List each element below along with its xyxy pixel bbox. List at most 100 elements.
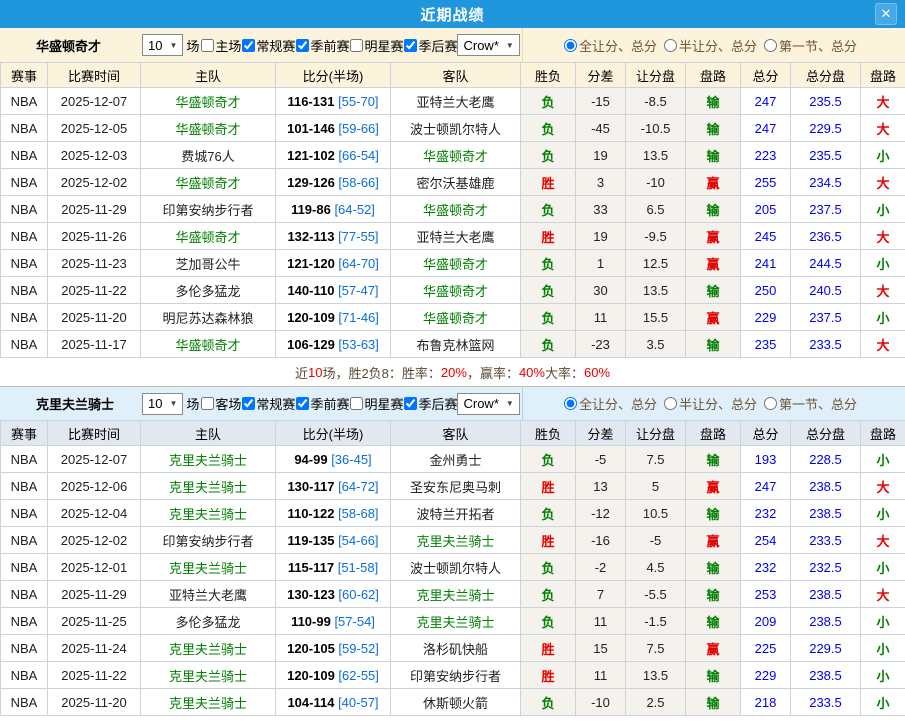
total-points-cell: 247 xyxy=(741,473,791,500)
handicap-result-cell: 输 xyxy=(686,196,741,223)
close-icon[interactable]: ✕ xyxy=(875,3,897,25)
odds-mode-radio[interactable]: 半让分、总分 xyxy=(664,36,757,55)
handicap-result-cell: 输 xyxy=(686,277,741,304)
total-line-cell: 235.5 xyxy=(791,88,861,115)
away-team-cell: 圣安东尼奥马刺 xyxy=(391,473,521,500)
home-team-cell: 克里夫兰骑士 xyxy=(141,446,276,473)
league-cell: NBA xyxy=(1,88,48,115)
win-loss-cell: 胜 xyxy=(521,223,576,250)
radio-input[interactable] xyxy=(764,39,777,52)
section-team-2: 克里夫兰骑士 10 ▼ 场 客场常规赛季前赛明星赛季后赛 Crow* ▼ 全让分… xyxy=(0,386,905,716)
score-cell: 94-99 [36-45] xyxy=(276,446,391,473)
game-row: NBA2025-12-04克里夫兰骑士110-122 [58-68]波特兰开拓者… xyxy=(1,500,905,527)
checkbox-input[interactable] xyxy=(242,39,255,52)
odds-mode-radio[interactable]: 全让分、总分 xyxy=(564,394,657,413)
radio-input[interactable] xyxy=(564,397,577,410)
column-header: 总分盘 xyxy=(791,421,861,446)
odds-mode-radio[interactable]: 全让分、总分 xyxy=(564,36,657,55)
handicap-result-cell: 输 xyxy=(686,115,741,142)
checkbox-input[interactable] xyxy=(201,39,214,52)
score-cell: 104-114 [40-57] xyxy=(276,689,391,716)
point-diff-cell: -5 xyxy=(576,446,626,473)
over-under-cell: 大 xyxy=(861,169,905,196)
date-cell: 2025-11-29 xyxy=(48,196,141,223)
checkbox-input[interactable] xyxy=(201,397,214,410)
over-under-cell: 小 xyxy=(861,250,905,277)
total-line-cell: 234.5 xyxy=(791,169,861,196)
odds-mode-radio[interactable]: 半让分、总分 xyxy=(664,394,757,413)
filter-checkbox[interactable]: 客场 xyxy=(200,394,241,413)
checkbox-input[interactable] xyxy=(404,397,417,410)
radio-input[interactable] xyxy=(764,397,777,410)
total-points-cell: 255 xyxy=(741,169,791,196)
filter-checkbox[interactable]: 明星赛 xyxy=(349,394,403,413)
home-team-cell: 印第安纳步行者 xyxy=(141,196,276,223)
date-cell: 2025-11-24 xyxy=(48,635,141,662)
chevron-down-icon: ▼ xyxy=(169,399,177,408)
total-points-cell: 225 xyxy=(741,635,791,662)
checkbox-input[interactable] xyxy=(242,397,255,410)
league-cell: NBA xyxy=(1,304,48,331)
total-line-cell: 229.5 xyxy=(791,635,861,662)
win-loss-cell: 负 xyxy=(521,115,576,142)
filter-checkbox[interactable]: 明星赛 xyxy=(349,36,403,55)
filter-checkbox[interactable]: 主场 xyxy=(200,36,241,55)
total-points-cell: 253 xyxy=(741,581,791,608)
league-cell: NBA xyxy=(1,635,48,662)
checkbox-input[interactable] xyxy=(296,397,309,410)
column-header: 比分(半场) xyxy=(276,421,391,446)
handicap-line-cell: 6.5 xyxy=(626,196,686,223)
checkbox-input[interactable] xyxy=(296,39,309,52)
game-row: NBA2025-11-24克里夫兰骑士120-105 [59-52]洛杉矶快船胜… xyxy=(1,635,905,662)
filter-checkbox-group: 客场常规赛季前赛明星赛季后赛 xyxy=(200,394,457,413)
filter-checkbox[interactable]: 季后赛 xyxy=(403,36,457,55)
total-points-cell: 250 xyxy=(741,277,791,304)
games-count-select[interactable]: 10 ▼ xyxy=(142,34,183,56)
over-under-cell: 大 xyxy=(861,115,905,142)
handicap-line-cell: -5 xyxy=(626,527,686,554)
odds-mode-radio[interactable]: 第一节、总分 xyxy=(764,394,857,413)
filter-checkbox[interactable]: 季前赛 xyxy=(295,36,349,55)
filter-checkbox[interactable]: 季后赛 xyxy=(403,394,457,413)
summary-line: 近 10 场，胜2负8：胜率：20%，赢率：40% 大率：60% xyxy=(0,358,905,386)
checkbox-input[interactable] xyxy=(404,39,417,52)
filter-checkbox[interactable]: 常规赛 xyxy=(241,394,295,413)
league-cell: NBA xyxy=(1,446,48,473)
total-line-cell: 233.5 xyxy=(791,689,861,716)
stat-type-select[interactable]: Crow* ▼ xyxy=(457,34,519,56)
home-team-cell: 芝加哥公牛 xyxy=(141,250,276,277)
date-cell: 2025-11-23 xyxy=(48,250,141,277)
checkbox-input[interactable] xyxy=(350,39,363,52)
total-line-cell: 236.5 xyxy=(791,223,861,250)
game-row: NBA2025-11-17华盛顿奇才106-129 [53-63]布鲁克林篮网负… xyxy=(1,331,905,358)
radio-input[interactable] xyxy=(664,39,677,52)
score-cell: 130-117 [64-72] xyxy=(276,473,391,500)
league-cell: NBA xyxy=(1,196,48,223)
filter-checkbox[interactable]: 常规赛 xyxy=(241,36,295,55)
filter-checkbox[interactable]: 季前赛 xyxy=(295,394,349,413)
total-line-cell: 237.5 xyxy=(791,196,861,223)
column-header: 客队 xyxy=(391,421,521,446)
total-points-cell: 209 xyxy=(741,608,791,635)
away-team-cell: 印第安纳步行者 xyxy=(391,662,521,689)
column-header: 分差 xyxy=(576,63,626,88)
league-cell: NBA xyxy=(1,662,48,689)
radio-input[interactable] xyxy=(564,39,577,52)
league-cell: NBA xyxy=(1,581,48,608)
games-count-select[interactable]: 10 ▼ xyxy=(142,393,183,415)
game-row: NBA2025-12-02印第安纳步行者119-135 [54-66]克里夫兰骑… xyxy=(1,527,905,554)
point-diff-cell: 11 xyxy=(576,662,626,689)
table-header-row: 赛事比赛时间主队比分(半场)客队胜负分差让分盘盘路总分总分盘盘路 xyxy=(1,421,905,446)
team-name: 克里夫兰骑士 xyxy=(36,394,124,413)
checkbox-input[interactable] xyxy=(350,397,363,410)
score-cell: 129-126 [58-66] xyxy=(276,169,391,196)
odds-mode-radio[interactable]: 第一节、总分 xyxy=(764,36,857,55)
score-cell: 116-131 [55-70] xyxy=(276,88,391,115)
win-loss-cell: 负 xyxy=(521,581,576,608)
stat-type-select[interactable]: Crow* ▼ xyxy=(457,393,519,415)
home-team-cell: 多伦多猛龙 xyxy=(141,277,276,304)
game-row: NBA2025-12-05华盛顿奇才101-146 [59-66]波士顿凯尔特人… xyxy=(1,115,905,142)
away-team-cell: 克里夫兰骑士 xyxy=(391,608,521,635)
radio-input[interactable] xyxy=(664,397,677,410)
over-under-cell: 大 xyxy=(861,331,905,358)
